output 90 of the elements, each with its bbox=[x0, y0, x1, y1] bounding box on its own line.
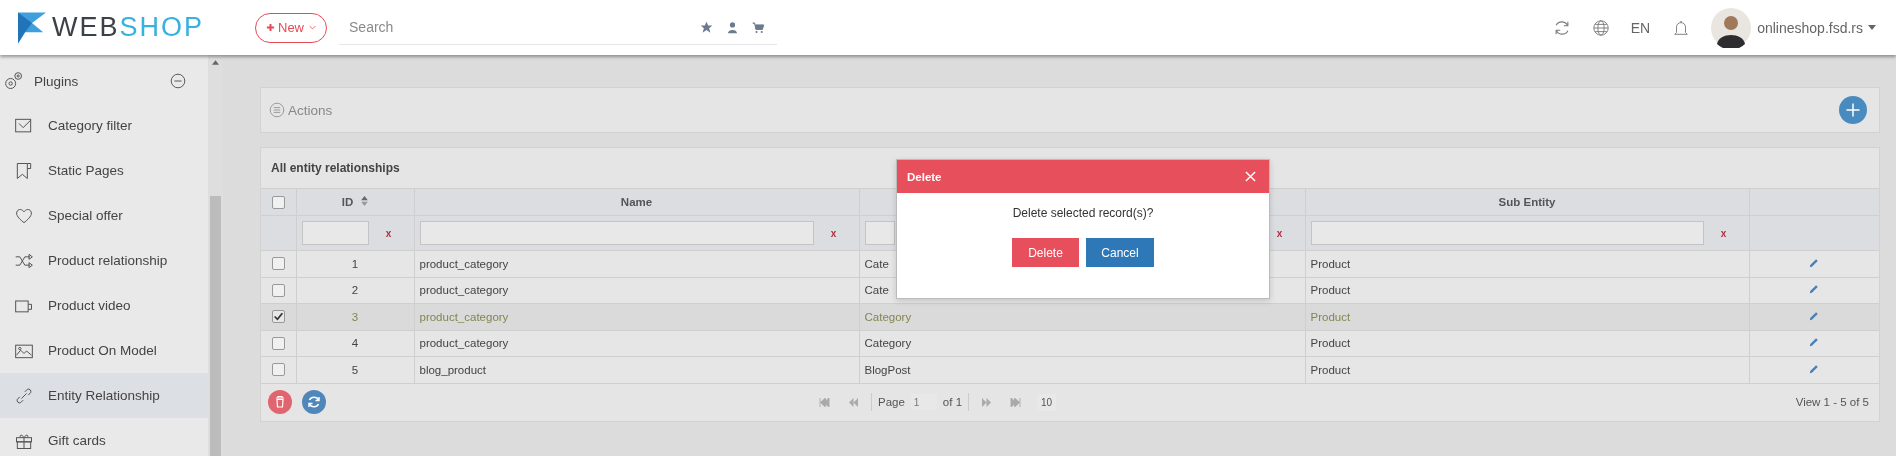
globe-icon[interactable] bbox=[1591, 18, 1610, 37]
scroll-up-icon[interactable] bbox=[212, 60, 220, 65]
page-label: Page bbox=[878, 396, 905, 408]
sidebar-item[interactable]: Product video bbox=[0, 283, 209, 328]
last-page-icon[interactable] bbox=[1010, 397, 1022, 407]
table-cell: blog_product bbox=[419, 363, 486, 376]
table-cell: BlogPost bbox=[864, 363, 911, 376]
table-cell: Category bbox=[864, 337, 912, 350]
sidebar-item[interactable]: Static Pages bbox=[0, 148, 209, 193]
pencil-icon[interactable] bbox=[1809, 310, 1820, 321]
new-button[interactable]: New bbox=[255, 12, 327, 43]
caret-down-icon[interactable] bbox=[1868, 25, 1876, 30]
refresh-button[interactable] bbox=[302, 390, 326, 414]
delete-button[interactable]: Delete bbox=[1012, 238, 1079, 267]
sidebar-item[interactable]: Gift cards bbox=[0, 418, 209, 456]
previous-page-icon[interactable] bbox=[848, 397, 859, 407]
first-page-icon[interactable] bbox=[819, 397, 830, 407]
table-cell: 4 bbox=[351, 337, 359, 350]
search-field[interactable]: Search bbox=[339, 19, 549, 35]
sort-icon[interactable] bbox=[361, 196, 369, 206]
column-header[interactable]: Name bbox=[620, 196, 653, 208]
pencil-icon[interactable] bbox=[1809, 363, 1820, 374]
dialog-message: Delete selected record(s)? bbox=[1011, 205, 1155, 222]
add-button[interactable] bbox=[1839, 96, 1867, 124]
panel-title: Actions bbox=[288, 102, 333, 118]
table-cell: product_category bbox=[419, 337, 509, 350]
star-icon[interactable] bbox=[700, 20, 713, 34]
checkbox[interactable] bbox=[271, 257, 285, 271]
checkbox[interactable] bbox=[271, 284, 285, 297]
sidebar-section[interactable]: Plugins bbox=[0, 59, 209, 103]
dialog-title: Delete bbox=[907, 170, 943, 183]
link-icon bbox=[14, 385, 34, 406]
table-cell: Product bbox=[1310, 310, 1351, 323]
filter-field[interactable] bbox=[864, 221, 895, 245]
table-cell: product_category bbox=[419, 284, 509, 297]
pencil-icon[interactable] bbox=[1809, 257, 1820, 268]
table-cell: Product bbox=[1310, 257, 1351, 270]
sidebar-item[interactable]: Product relationship bbox=[0, 238, 209, 283]
sidebar-item[interactable]: Category filter bbox=[0, 103, 209, 148]
table-cell: 5 bbox=[351, 363, 359, 376]
table-cell: 3 bbox=[351, 310, 359, 323]
logo-text: WEBSHOP bbox=[52, 14, 205, 41]
table-cell: Product bbox=[1310, 337, 1351, 350]
clear-filter-button[interactable]: x bbox=[1703, 227, 1744, 239]
filter-field[interactable] bbox=[419, 221, 814, 245]
record-count: View 1 - 5 of 5 bbox=[1795, 396, 1869, 408]
delete-button[interactable] bbox=[268, 390, 292, 414]
list-icon[interactable] bbox=[269, 102, 285, 118]
table-cell: Category bbox=[864, 310, 912, 323]
page-count: of 1 bbox=[942, 396, 963, 408]
chevron-down-icon bbox=[309, 25, 316, 30]
bell-icon[interactable] bbox=[1672, 18, 1691, 37]
pencil-icon[interactable] bbox=[1809, 337, 1820, 348]
sidebar-item[interactable]: Special offer bbox=[0, 193, 209, 238]
section-label: Plugins bbox=[34, 73, 80, 89]
plus-icon bbox=[266, 23, 275, 32]
table-cell: product_category bbox=[419, 310, 509, 323]
checkbox[interactable] bbox=[271, 337, 285, 350]
scrollbar-thumb[interactable] bbox=[210, 196, 222, 456]
table-cell: Product bbox=[1310, 284, 1351, 297]
pencil-icon[interactable] bbox=[1809, 284, 1820, 295]
checkbox[interactable] bbox=[271, 195, 285, 209]
table-cell: Cate bbox=[864, 284, 889, 297]
checkbox[interactable] bbox=[271, 310, 285, 324]
checkbox[interactable] bbox=[271, 363, 285, 377]
next-page-icon[interactable] bbox=[981, 397, 993, 407]
table-cell: Cate bbox=[864, 257, 889, 270]
user-icon[interactable] bbox=[726, 20, 739, 34]
clear-filter-button[interactable]: x bbox=[813, 227, 854, 239]
table-title: All entity relationships bbox=[271, 161, 400, 175]
table-cell: product_category bbox=[419, 257, 509, 270]
language-selector[interactable]: EN bbox=[1630, 19, 1651, 36]
table-cell: Product bbox=[1310, 363, 1351, 376]
table-cell: 2 bbox=[351, 284, 359, 297]
clear-filter-button[interactable]: x bbox=[368, 227, 409, 239]
filter-field[interactable] bbox=[1310, 221, 1704, 245]
gears-icon bbox=[4, 71, 24, 91]
user-menu[interactable]: onlineshop.fsd.rs bbox=[1757, 19, 1863, 36]
close-icon[interactable] bbox=[1245, 171, 1256, 182]
cart-icon[interactable] bbox=[752, 20, 765, 34]
sidebar-item[interactable]: Entity Relationship bbox=[0, 373, 209, 418]
column-header[interactable]: ID bbox=[341, 196, 354, 208]
table-cell: 1 bbox=[351, 257, 359, 270]
sidebar-item[interactable]: Product On Model bbox=[0, 328, 209, 373]
cancel-button[interactable]: Cancel bbox=[1086, 238, 1154, 267]
collapse-icon[interactable] bbox=[170, 73, 187, 89]
bookmark-icon bbox=[14, 160, 34, 181]
filter-field[interactable] bbox=[301, 221, 369, 245]
avatar[interactable] bbox=[1711, 7, 1752, 48]
column-header[interactable]: Sub Entity bbox=[1498, 196, 1556, 208]
